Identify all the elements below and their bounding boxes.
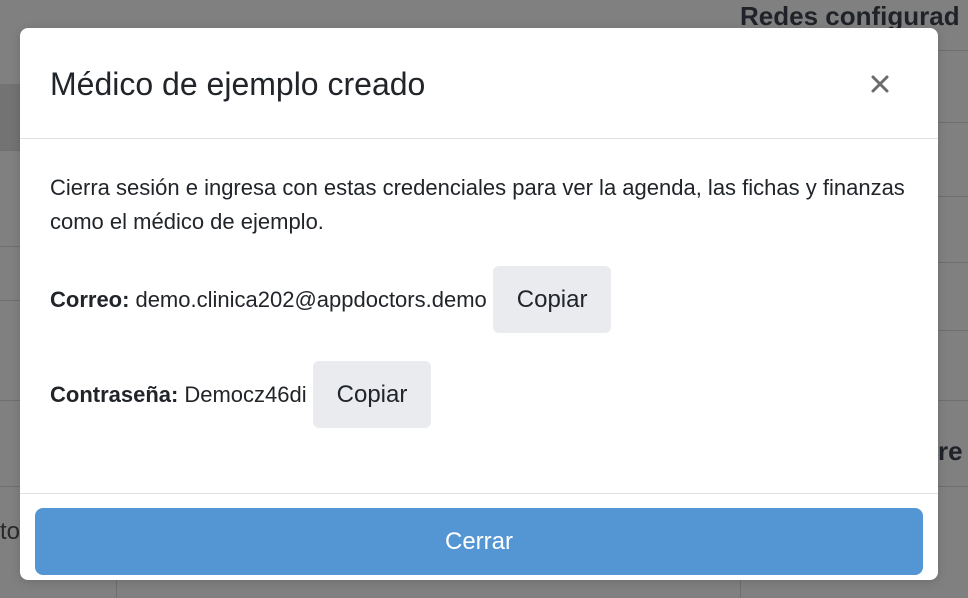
background-divider	[116, 580, 117, 598]
copy-email-button[interactable]: Copiar	[492, 266, 612, 333]
background-divider	[938, 262, 968, 263]
background-divider	[938, 400, 968, 401]
background-divider	[0, 400, 20, 401]
modal-body: Cierra sesión e ingresa con estas creden…	[20, 139, 938, 494]
close-button[interactable]	[862, 64, 898, 104]
modal-footer: Cerrar	[20, 494, 938, 580]
background-divider	[938, 50, 968, 51]
background-section-heading: re	[938, 436, 963, 466]
background-divider	[740, 580, 741, 598]
background-divider	[938, 122, 968, 123]
copy-password-button[interactable]: Copiar	[312, 361, 432, 428]
cerrar-button[interactable]: Cerrar	[35, 508, 923, 575]
background-divider	[938, 486, 968, 487]
close-icon	[871, 75, 889, 93]
background-row-highlight	[0, 84, 20, 150]
modal-intro-text: Cierra sesión e ingresa con estas creden…	[50, 175, 905, 234]
email-value: demo.clinica202@appdoctors.demo	[135, 286, 487, 312]
background-divider	[0, 300, 20, 301]
background-divider	[0, 246, 20, 247]
password-value: Democz46di	[184, 381, 307, 407]
email-label: Correo:	[50, 286, 130, 312]
background-text: to	[0, 518, 20, 545]
background-divider	[938, 196, 968, 197]
background-divider	[0, 150, 20, 151]
background-divider	[0, 486, 20, 487]
email-credential-row: Correo: demo.clinica202@appdoctors.demo …	[50, 266, 908, 333]
password-label: Contraseña:	[50, 381, 179, 407]
modal-title: Médico de ejemplo creado	[50, 66, 426, 102]
modal-header: Médico de ejemplo creado	[20, 28, 938, 139]
background-divider	[938, 330, 968, 331]
password-credential-row: Contraseña: Democz46di Copiar	[50, 361, 908, 428]
demo-doctor-modal: Médico de ejemplo creado Cierra sesión e…	[20, 28, 938, 580]
